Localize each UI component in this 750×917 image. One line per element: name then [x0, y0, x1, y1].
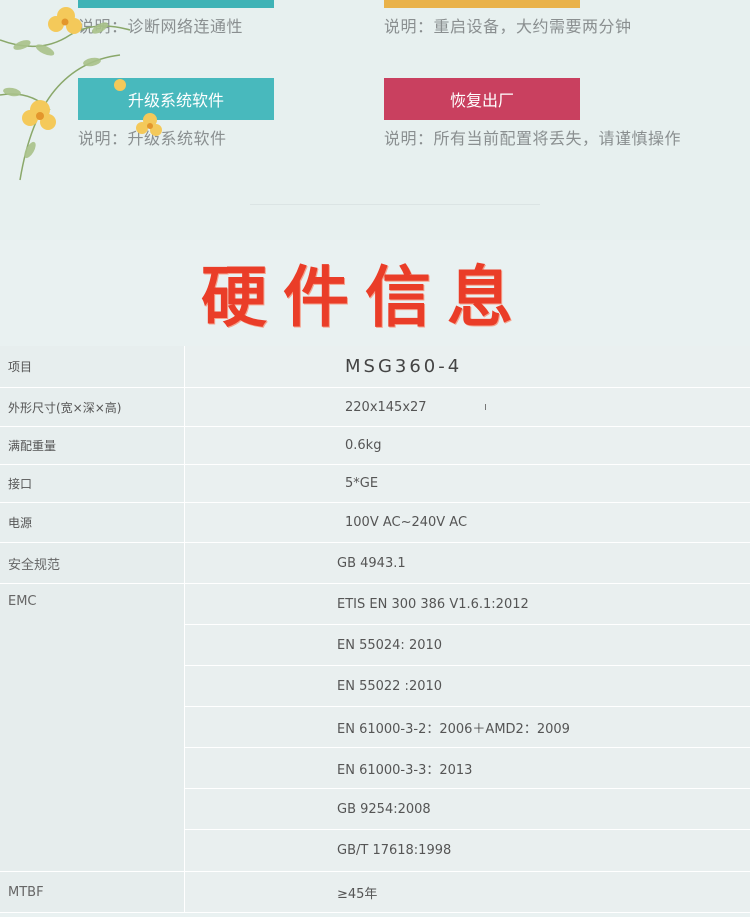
row-label: 安全规范: [0, 543, 185, 583]
row-value: 100V AC~240V AC: [185, 503, 750, 542]
header-label: 项目: [0, 346, 185, 387]
list-item: GB/T 17618:1998: [185, 830, 750, 871]
row-label: 电源: [0, 503, 185, 542]
dimensions-value: 220x145x27: [345, 399, 427, 415]
row-value: GB 4943.1: [185, 543, 750, 583]
factory-reset-description: 说明：所有当前配置将丢失，请谨慎操作: [384, 129, 682, 148]
hardware-spec-table: 项目 MSG360-4 外形尺寸(宽×深×高) 220x145x27 满配重量 …: [0, 346, 750, 913]
list-item: GB 9254:2008: [185, 789, 750, 830]
row-value: 220x145x27: [185, 388, 750, 426]
row-value: ≥45年: [185, 872, 750, 912]
table-row: 电源 100V AC~240V AC: [0, 503, 750, 543]
upgrade-block: 升级系统软件 说明：升级系统软件: [78, 78, 318, 152]
reboot-block: 说明：重启设备，大约需要两分钟: [384, 0, 684, 40]
list-item: EN 61000-3-3：2013: [185, 748, 750, 789]
table-row: 外形尺寸(宽×深×高) 220x145x27: [0, 388, 750, 427]
table-row: 接口 5*GE: [0, 465, 750, 503]
diagnose-button[interactable]: [78, 0, 274, 8]
upgrade-button[interactable]: 升级系统软件: [78, 78, 274, 120]
hardware-info-heading: 硬件信息: [201, 259, 529, 336]
reboot-button[interactable]: [384, 0, 580, 8]
list-item: EN 55022 :2010: [185, 666, 750, 707]
operation-panel: 说明：诊断网络连通性 说明：重启设备，大约需要两分钟 升级系统软件 说明：升级系…: [0, 0, 750, 240]
list-item: ETIS EN 300 386 V1.6.1:2012: [185, 584, 750, 625]
table-header-row: 项目 MSG360-4: [0, 346, 750, 388]
row-label: 外形尺寸(宽×深×高): [0, 388, 185, 426]
emc-label: EMC: [0, 584, 185, 871]
diagnose-block: 说明：诊断网络连通性: [78, 0, 278, 40]
reboot-description: 说明：重启设备，大约需要两分钟: [384, 17, 632, 36]
emc-row-group: EMC ETIS EN 300 386 V1.6.1:2012 EN 55024…: [0, 584, 750, 872]
list-item: EN 55024: 2010: [185, 625, 750, 666]
diagnose-description: 说明：诊断网络连通性: [78, 17, 244, 36]
row-label: MTBF: [0, 872, 185, 912]
emc-values: ETIS EN 300 386 V1.6.1:2012 EN 55024: 20…: [185, 584, 750, 871]
factory-reset-button[interactable]: 恢复出厂: [384, 78, 580, 120]
reset-block: 恢复出厂 说明：所有当前配置将丢失，请谨慎操作: [384, 78, 684, 152]
table-row: 满配重量 0.6kg: [0, 427, 750, 465]
tick-mark: [484, 404, 486, 410]
divider: [250, 204, 540, 205]
table-row: 安全规范 GB 4943.1: [0, 543, 750, 584]
row-value: 0.6kg: [185, 427, 750, 464]
list-item: EN 61000-3-2：2006＋AMD2：2009: [185, 707, 750, 748]
row-label: 接口: [0, 465, 185, 502]
model-name: MSG360-4: [185, 346, 750, 387]
upgrade-description: 说明：升级系统软件: [78, 129, 227, 148]
row-label: 满配重量: [0, 427, 185, 464]
table-row: MTBF ≥45年: [0, 872, 750, 913]
row-value: 5*GE: [185, 465, 750, 502]
